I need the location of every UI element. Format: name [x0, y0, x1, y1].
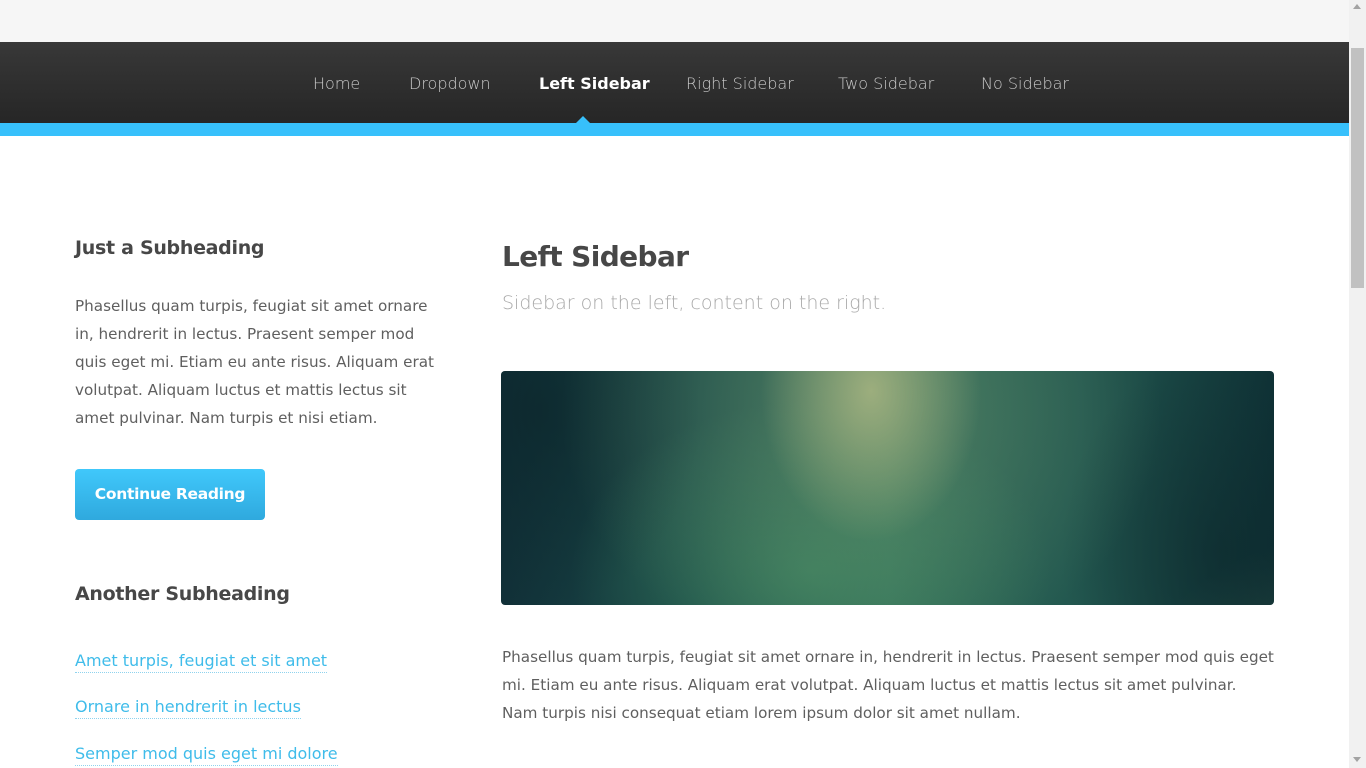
continue-reading-button[interactable]: Continue Reading	[75, 469, 265, 520]
page-subtitle: Sidebar on the left, content on the righ…	[502, 292, 887, 314]
scroll-up-arrow-icon[interactable]	[1353, 4, 1361, 9]
top-strip	[0, 0, 1349, 42]
main-paragraph: Phasellus quam turpis, feugiat sit amet …	[502, 648, 1274, 722]
hero-image	[501, 371, 1274, 605]
nav-item-no-sidebar[interactable]: No Sidebar	[981, 72, 1069, 96]
sidebar-link[interactable]: Ornare in hendrerit in lectus	[75, 696, 301, 719]
main-navbar: Home Dropdown Left Sidebar Right Sidebar…	[0, 42, 1349, 123]
nav-item-two-sidebar[interactable]: Two Sidebar	[838, 72, 934, 96]
nav-list: Home Dropdown Left Sidebar Right Sidebar…	[0, 42, 1349, 123]
hero-image-glow	[501, 371, 1274, 605]
sidebar-link[interactable]: Amet turpis, feugiat et sit amet	[75, 650, 328, 673]
nav-item-right-sidebar[interactable]: Right Sidebar	[686, 72, 794, 96]
page: Home Dropdown Left Sidebar Right Sidebar…	[0, 0, 1349, 768]
sidebar-link[interactable]: Semper mod quis eget mi dolore	[75, 743, 338, 766]
nav-item-dropdown[interactable]: Dropdown	[409, 72, 491, 96]
sidebar-subheading: Just a Subheading	[75, 237, 265, 259]
sidebar-paragraph: Phasellus quam turpis, feugiat sit amet …	[75, 297, 435, 427]
nav-item-left-sidebar[interactable]: Left Sidebar	[539, 72, 650, 96]
scroll-down-arrow-icon[interactable]	[1353, 757, 1361, 762]
accent-bar	[0, 123, 1349, 136]
scrollbar-thumb[interactable]	[1351, 48, 1364, 288]
page-title: Left Sidebar	[502, 240, 689, 273]
nav-item-home[interactable]: Home	[313, 72, 360, 96]
sidebar-subheading-2: Another Subheading	[75, 583, 290, 605]
